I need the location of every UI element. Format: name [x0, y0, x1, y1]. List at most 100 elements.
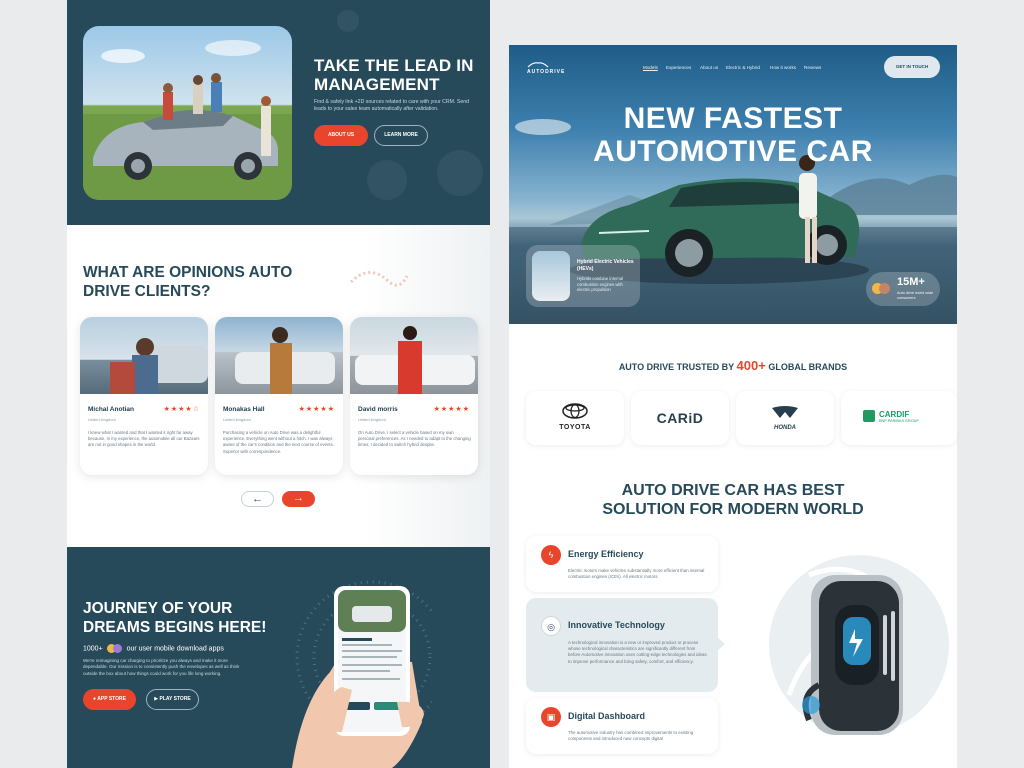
brand-logo-carid: CARiD [631, 391, 729, 445]
about-us-button[interactable]: ABOUT US [314, 125, 368, 146]
brand-logo-cardif: CARDIF BNP PARIBAS GROUP [841, 391, 957, 445]
left-landing-page: TAKE THE LEAD IN MANAGEMENT Find & safel… [67, 0, 490, 768]
feature-card-innovation[interactable]: ◎ Innovative Technology A technological … [526, 598, 718, 692]
feature-card-dashboard[interactable]: ▣ Digital Dashboard The automotive indus… [526, 698, 718, 754]
download-number: 1000+ [83, 645, 103, 653]
ev-charger-illustration [769, 555, 949, 735]
feature-title: Energy Efficiency [568, 549, 644, 559]
caption-text: AUTO DRIVE TRUSTED BY [618, 362, 734, 372]
rating-stars: ★★★★☆ [163, 406, 200, 413]
brand-name: TOYOTA [559, 424, 591, 431]
hero-banner: AUTODRIVE Models Experiences About us El… [509, 45, 957, 324]
active-pointer [717, 637, 725, 651]
consumers-stat-pill: 15M+ Auto drive world wide consumers [866, 272, 940, 306]
brands-count: 400+ [736, 358, 766, 373]
headline-line-2: AUTOMOTIVE CAR [593, 135, 873, 168]
brand-logo-honda: HONDA [736, 391, 834, 445]
hero-description: Find & safely link +2D sources related t… [314, 99, 469, 112]
brand-logo[interactable]: AUTODRIVE [527, 62, 565, 75]
testimonial-text: I knew what I wanted and that I wanted i… [88, 430, 200, 448]
phone-in-hand-illustration [292, 586, 424, 768]
nav-link-experiences[interactable]: Experiences [666, 65, 691, 70]
avatar [879, 283, 890, 294]
info-card-title: Hybrid Electric Vehicles (HEVs) [577, 259, 634, 272]
client-location: United kingdom [223, 417, 251, 422]
stat-value: 15M+ [897, 276, 925, 288]
testimonial-text: Purchasing a vehicle on Auto Drive was a… [223, 430, 334, 454]
client-location: United kingdom [358, 417, 386, 422]
rating-stars: ★★★★★ [298, 406, 335, 413]
brand-name: HONDA [774, 425, 796, 431]
learn-more-button[interactable]: LEARN MORE [374, 125, 428, 146]
testimonial-text: On Auto Drive, I select a vehicle based … [358, 430, 471, 448]
journey-title: JOURNEY OF YOUR DREAMS BEGINS HERE! [83, 600, 267, 636]
stat-label: Auto drive world wide consumers [897, 291, 934, 300]
brand-name: AUTODRIVE [527, 69, 566, 75]
solution-title: AUTO DRIVE CAR HAS BEST SOLUTION FOR MOD… [509, 481, 957, 519]
hero-title: TAKE THE LEAD IN MANAGEMENT [314, 56, 474, 94]
cardif-square-icon [863, 410, 875, 422]
info-card-desc: Hybrids combine internal combustion engi… [577, 276, 624, 293]
next-arrow-button[interactable]: → [282, 491, 315, 507]
feature-title: Innovative Technology [568, 620, 665, 630]
app-store-button[interactable]: ● APP STORE [83, 689, 136, 710]
testimonial-card: Monakas Hall United kingdom ★★★★★ Purcha… [215, 317, 343, 475]
download-count: 1000+ our user mobile download apps [83, 644, 224, 653]
play-store-button[interactable]: ▶ PLAY STORE [146, 689, 199, 710]
dashboard-icon: ▣ [541, 707, 561, 727]
hero-section: TAKE THE LEAD IN MANAGEMENT Find & safel… [67, 0, 490, 225]
get-in-touch-button[interactable]: GET IN TOUCH [884, 56, 940, 78]
play-store-label: PLAY STORE [159, 696, 191, 702]
decor-bubble [437, 150, 483, 196]
brand-name: CARDIF [879, 410, 910, 419]
brand-name: CARiD [656, 410, 704, 426]
charger-thumbnail [532, 251, 570, 301]
arrow-right-icon: → [293, 492, 304, 504]
brand-subtitle: BNP PARIBAS GROUP [879, 419, 919, 423]
testimonial-card: Michal Anotian United kingdom ★★★★☆ I kn… [80, 317, 208, 475]
nav-link-about[interactable]: About us [700, 65, 718, 70]
opinions-title: WHAT ARE OPINIONS AUTO DRIVE CLIENTS? [83, 264, 293, 300]
arrow-left-icon: ← [252, 493, 263, 505]
client-name: Michal Anotian [88, 406, 134, 413]
hybrid-info-card[interactable]: Hybrid Electric Vehicles (HEVs) Hybrids … [526, 245, 640, 307]
app-store-label: APP STORE [97, 696, 126, 702]
headline-line-1: NEW FASTEST [623, 102, 843, 135]
decor-bubble [337, 10, 359, 32]
decor-bubble [367, 160, 407, 200]
nav-link-electric-hybrid[interactable]: Electric & Hybrid [726, 65, 760, 70]
lightning-icon: ϟ [541, 545, 561, 565]
caption-text: GLOBAL BRANDS [768, 362, 848, 372]
solution-title-line-2: SOLUTION FOR MODERN WORLD [602, 501, 864, 518]
download-label: our user mobile download apps [126, 645, 224, 653]
app-download-section: JOURNEY OF YOUR DREAMS BEGINS HERE! 1000… [67, 547, 490, 768]
testimonial-card: David morris United kingdom ★★★★★ On Aut… [350, 317, 478, 475]
avatar [112, 644, 122, 653]
right-landing-page: AUTODRIVE Models Experiences About us El… [509, 45, 957, 768]
solution-title-line-1: AUTO DRIVE CAR HAS BEST [621, 482, 845, 499]
client-photo [350, 317, 478, 394]
client-location: United kingdom [88, 417, 116, 422]
trusted-brands-caption: AUTO DRIVE TRUSTED BY 400+ GLOBAL BRANDS [509, 358, 957, 373]
hero-photo [83, 26, 292, 200]
decor-dots [349, 271, 409, 287]
brand-logo-toyota: TOYOTA [526, 391, 624, 445]
feature-desc: Electric motors make vehicles substantia… [568, 568, 705, 580]
fingerprint-icon: ◎ [541, 616, 561, 636]
client-name: David morris [358, 406, 398, 413]
feature-desc: A technological innovation is a new or i… [568, 640, 707, 664]
feature-title: Digital Dashboard [568, 711, 646, 721]
hero-headline: NEW FASTEST AUTOMOTIVE CAR [509, 102, 957, 168]
car-logo-icon [527, 62, 549, 68]
client-name: Monakas Hall [223, 406, 265, 413]
feature-card-energy[interactable]: ϟ Energy Efficiency Electric motors make… [526, 536, 718, 592]
nav-link-models[interactable]: Models [643, 65, 658, 70]
feature-desc: The automotive industry has combined imp… [568, 730, 694, 742]
rating-stars: ★★★★★ [433, 406, 470, 413]
prev-arrow-button[interactable]: ← [241, 491, 274, 507]
toyota-emblem-icon [562, 403, 588, 419]
client-photo [215, 317, 343, 394]
nav-link-reviews[interactable]: Reviews [804, 65, 821, 70]
journey-description: We're reimagining car charging to priori… [83, 658, 240, 676]
nav-link-how-it-works[interactable]: How it works [770, 65, 796, 70]
